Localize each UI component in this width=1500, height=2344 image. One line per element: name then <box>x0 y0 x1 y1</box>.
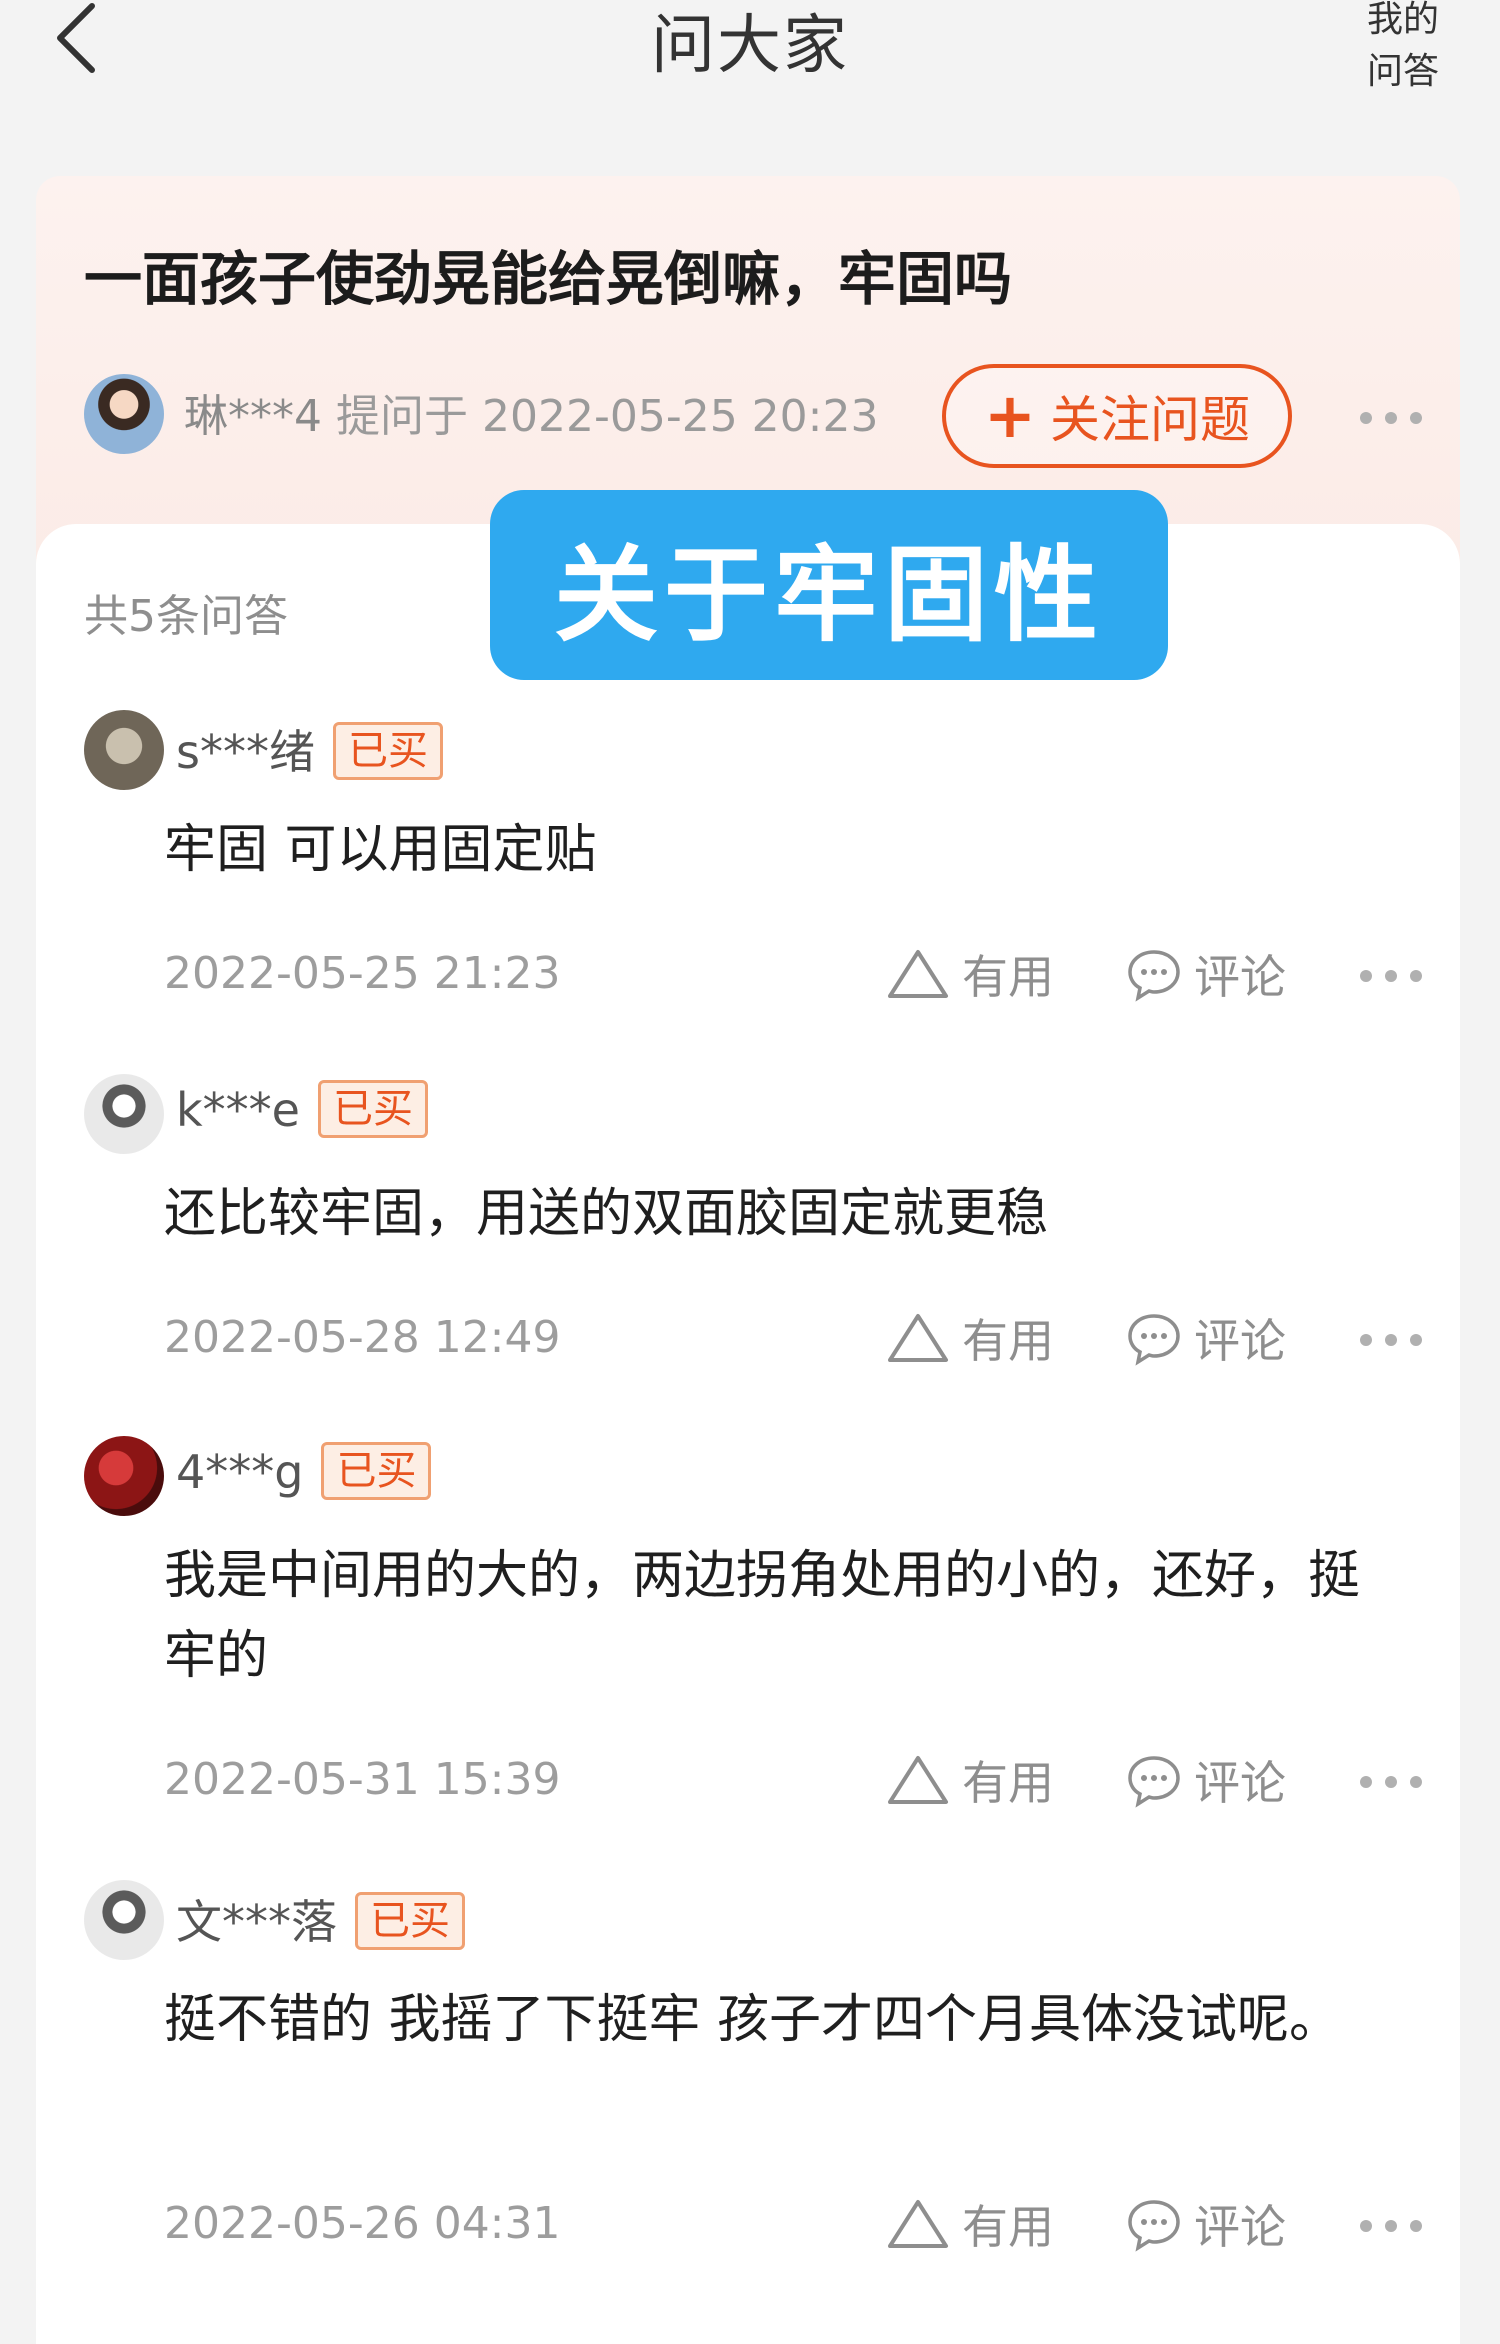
comment-bubble-icon <box>1128 1756 1180 1808</box>
answer-meta: 2022-05-31 15:39 有用 评论 <box>36 1754 1460 1814</box>
comment-bubble-icon <box>1128 950 1180 1002</box>
useful-label: 有用 <box>962 950 1054 1004</box>
bought-badge: 已买 <box>355 1892 465 1950</box>
asker-avatar[interactable] <box>84 374 164 454</box>
triangle-up-icon <box>888 1314 948 1362</box>
follow-label: 关注问题 <box>1049 391 1250 449</box>
useful-button[interactable]: 有用 <box>886 1750 1054 1810</box>
triangle-up-icon <box>888 2200 948 2248</box>
more-options-icon[interactable] <box>1356 1772 1426 1792</box>
avatar[interactable] <box>84 1074 164 1154</box>
comment-bubble-icon <box>1128 1314 1180 1366</box>
answer-text: 挺不错的 我摇了下挺牢 孩子才四个月具体没试呢。 <box>164 1990 1342 2050</box>
useful-button[interactable]: 有用 <box>886 1308 1054 1368</box>
user-name[interactable]: s***绪 <box>176 725 315 779</box>
answer-user: 文***落 已买 <box>176 1886 465 1952</box>
answer-count: 共5条问答 <box>84 591 288 642</box>
my-qa-line2: 问答 <box>1366 51 1439 92</box>
useful-label: 有用 <box>962 1314 1054 1368</box>
comment-button[interactable]: 评论 <box>1126 1750 1286 1810</box>
comment-label: 评论 <box>1194 1756 1286 1810</box>
answer-user: s***绪 已买 <box>176 716 443 782</box>
page-title: 问大家 <box>651 9 849 83</box>
plus-icon: + <box>984 379 1036 452</box>
top-bar: 问大家 我的 问答 <box>0 0 1500 150</box>
useful-button[interactable]: 有用 <box>886 944 1054 1004</box>
question-title: 一面孩子使劲晃能给晃倒嘛，牢固吗 <box>84 245 1013 313</box>
answer-date: 2022-05-28 12:49 <box>164 1312 561 1363</box>
answer-text: 我是中间用的大的，两边拐角处用的小的，还好，挺牢的 <box>164 1546 1361 1686</box>
asker-info: 琳***4 提问于 2022-05-25 20:23 <box>184 380 878 444</box>
comment-bubble-icon <box>1128 2200 1180 2252</box>
bought-badge: 已买 <box>321 1442 432 1500</box>
answer-user: 4***g 已买 <box>176 1442 432 1500</box>
user-name[interactable]: k***e <box>176 1083 300 1137</box>
more-options-icon[interactable] <box>1356 408 1426 428</box>
triangle-up-icon <box>888 1756 948 1804</box>
comment-label: 评论 <box>1194 1314 1286 1368</box>
comment-label: 评论 <box>1194 2200 1286 2254</box>
comment-button[interactable]: 评论 <box>1126 1308 1286 1368</box>
avatar[interactable] <box>84 1436 164 1516</box>
answers-panel: 共5条问答 关于牢固性 s***绪 已买 牢固 可以用固定贴 2022-05-25… <box>36 490 1460 2344</box>
answer-meta: 2022-05-25 21:23 有用 评论 <box>36 948 1460 1008</box>
my-qa-link[interactable]: 我的 问答 <box>1358 0 1448 98</box>
useful-button[interactable]: 有用 <box>886 2194 1054 2254</box>
triangle-up-icon <box>888 950 948 998</box>
answer-date: 2022-05-26 04:31 <box>164 2198 561 2249</box>
avatar[interactable] <box>84 1880 164 1960</box>
bought-badge: 已买 <box>317 1080 428 1138</box>
topic-banner: 关于牢固性 <box>490 490 1168 680</box>
answer-text: 还比较牢固，用送的双面胶固定就更稳 <box>164 1184 1049 1244</box>
more-options-icon[interactable] <box>1356 2216 1426 2236</box>
comment-button[interactable]: 评论 <box>1126 944 1286 1004</box>
my-qa-line1: 我的 <box>1366 0 1439 40</box>
user-name[interactable]: 文***落 <box>176 1895 337 1949</box>
asked-time: 提问于 2022-05-25 20:23 <box>336 391 879 442</box>
more-options-icon[interactable] <box>1356 1330 1426 1350</box>
follow-question-button[interactable]: + 关注问题 <box>942 364 1292 468</box>
useful-label: 有用 <box>962 1756 1054 1810</box>
answer-date: 2022-05-25 21:23 <box>164 948 561 999</box>
answer-date: 2022-05-31 15:39 <box>164 1754 561 1805</box>
avatar[interactable] <box>84 710 164 790</box>
bought-badge: 已买 <box>332 722 443 780</box>
answer-text: 牢固 可以用固定贴 <box>164 820 597 880</box>
answer-meta: 2022-05-26 04:31 有用 评论 <box>36 2198 1460 2258</box>
comment-label: 评论 <box>1194 950 1286 1004</box>
answer-meta: 2022-05-28 12:49 有用 评论 <box>36 1312 1460 1372</box>
asker-name[interactable]: 琳***4 <box>184 391 322 442</box>
answer-user: k***e 已买 <box>176 1080 428 1138</box>
useful-label: 有用 <box>962 2200 1054 2254</box>
user-name[interactable]: 4***g <box>176 1445 303 1499</box>
more-options-icon[interactable] <box>1356 966 1426 986</box>
comment-button[interactable]: 评论 <box>1126 2194 1286 2254</box>
